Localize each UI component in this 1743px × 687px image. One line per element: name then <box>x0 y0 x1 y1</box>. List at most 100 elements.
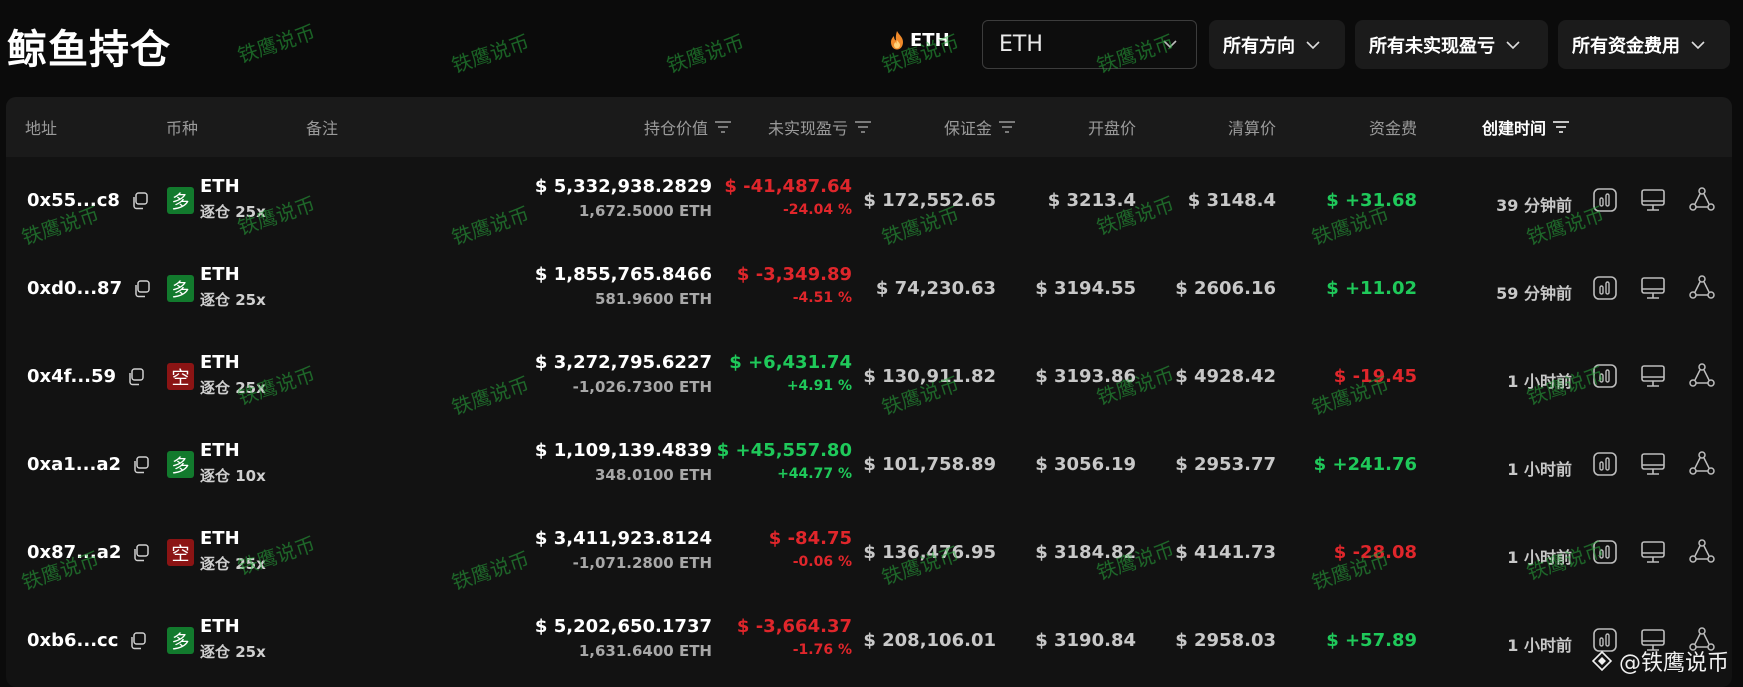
share-nodes-icon[interactable] <box>1687 449 1717 479</box>
funding-fee: $ -28.08 <box>1333 542 1417 563</box>
coin-symbol: ETH <box>200 176 240 197</box>
coin-chip[interactable]: ETH <box>890 30 950 51</box>
address-cell[interactable]: 0xa1...a2 <box>27 454 151 475</box>
position-size: 581.9600 ETH <box>594 290 712 308</box>
coin-symbol: ETH <box>200 616 240 637</box>
table-row[interactable]: 0x55...c8 多 ETH 逐仓 25x $ 5,332,938.2829 … <box>6 157 1732 245</box>
position-size: 1,672.5000 ETH <box>578 202 712 220</box>
table-row[interactable]: 0xd0...87 多 ETH 逐仓 25x $ 1,855,765.8466 … <box>6 245 1732 333</box>
table-header: 地址 币种 备注 持仓价值 未实现盈亏 保证金 开盘价 清算价 资金费 创建时间 <box>6 97 1732 157</box>
funding-filter[interactable]: 所有资金费用 <box>1558 20 1730 69</box>
side-badge: 多 <box>167 451 194 478</box>
col-margin-label: 保证金 <box>943 119 992 138</box>
monitor-icon[interactable] <box>1638 537 1668 567</box>
address-text[interactable]: 0x4f...59 <box>27 366 116 387</box>
coin-chip-label: ETH <box>910 30 950 51</box>
brand-watermark: @铁鹰说币 <box>1591 645 1729 677</box>
funding-fee: $ +11.02 <box>1326 278 1417 299</box>
col-note: 备注 <box>306 119 339 138</box>
page-title: 鲸鱼持仓 <box>7 27 171 73</box>
copy-icon[interactable] <box>132 279 152 299</box>
table-row[interactable]: 0x4f...59 空 ETH 逐仓 25x $ 3,272,795.6227 … <box>6 333 1732 421</box>
unrealized-pnl-percent: -0.06 % <box>792 554 852 570</box>
col-pnl-label: 未实现盈亏 <box>767 119 848 138</box>
diamond-logo-icon <box>1591 650 1613 672</box>
unrealized-pnl-percent: -4.51 % <box>792 290 852 306</box>
unrealized-pnl: $ +45,557.80 <box>716 440 852 461</box>
position-value: $ 5,332,938.2829 <box>534 176 712 197</box>
chevron-down-icon <box>1306 40 1320 49</box>
funding-fee: $ -19.45 <box>1333 366 1417 387</box>
position-size: 1,631.6400 ETH <box>578 642 712 660</box>
address-text[interactable]: 0xb6...cc <box>27 630 118 651</box>
side-badge: 多 <box>167 627 194 654</box>
monitor-icon[interactable] <box>1638 185 1668 215</box>
pnl-filter[interactable]: 所有未实现盈亏 <box>1355 20 1548 69</box>
table-row[interactable]: 0xb6...cc 多 ETH 逐仓 25x $ 5,202,650.1737 … <box>6 597 1732 685</box>
address-cell[interactable]: 0x55...c8 <box>27 190 150 211</box>
position-value: $ 1,109,139.4839 <box>534 440 712 461</box>
chart-bars-icon[interactable] <box>1590 185 1620 215</box>
coin-symbol: ETH <box>200 352 240 373</box>
coin-search-input[interactable] <box>999 32 1149 57</box>
copy-icon[interactable] <box>126 367 146 387</box>
chevron-down-icon <box>1506 40 1520 49</box>
monitor-icon[interactable] <box>1638 273 1668 303</box>
unrealized-pnl-percent: -1.76 % <box>792 642 852 658</box>
col-entry: 开盘价 <box>1087 119 1136 138</box>
col-value[interactable]: 持仓价值 <box>644 115 732 139</box>
col-liq: 清算价 <box>1227 119 1276 138</box>
monitor-icon[interactable] <box>1638 449 1668 479</box>
position-value: $ 3,272,795.6227 <box>534 352 712 373</box>
liquidation-price: $ 4141.73 <box>1175 542 1276 563</box>
col-created[interactable]: 创建时间 <box>1482 115 1570 139</box>
address-text[interactable]: 0x55...c8 <box>27 190 120 211</box>
margin-value: $ 172,552.65 <box>863 190 996 211</box>
coin-search-select[interactable] <box>982 20 1197 69</box>
share-nodes-icon[interactable] <box>1687 537 1717 567</box>
coin-symbol: ETH <box>200 528 240 549</box>
monitor-icon[interactable] <box>1638 361 1668 391</box>
margin-mode: 逐仓 25x <box>200 379 266 397</box>
copy-icon[interactable] <box>131 543 151 563</box>
chart-bars-icon[interactable] <box>1590 537 1620 567</box>
margin-value: $ 101,758.89 <box>863 454 996 475</box>
direction-filter-label: 所有方向 <box>1223 35 1295 57</box>
position-size: 348.0100 ETH <box>594 466 712 484</box>
chart-bars-icon[interactable] <box>1590 361 1620 391</box>
share-nodes-icon[interactable] <box>1687 361 1717 391</box>
unrealized-pnl-percent: -24.04 % <box>783 202 852 218</box>
col-pnl[interactable]: 未实现盈亏 <box>768 115 872 139</box>
flame-icon <box>891 31 903 50</box>
direction-filter[interactable]: 所有方向 <box>1209 20 1345 69</box>
position-value: $ 5,202,650.1737 <box>534 616 712 637</box>
col-margin[interactable]: 保证金 <box>944 115 1016 139</box>
copy-icon[interactable] <box>130 191 150 211</box>
copy-icon[interactable] <box>131 455 151 475</box>
share-nodes-icon[interactable] <box>1687 273 1717 303</box>
address-cell[interactable]: 0x4f...59 <box>27 366 146 387</box>
copy-icon[interactable] <box>128 631 148 651</box>
sort-icon <box>855 121 871 133</box>
address-text[interactable]: 0xd0...87 <box>27 278 122 299</box>
col-coin: 币种 <box>166 119 199 138</box>
address-cell[interactable]: 0x87...a2 <box>27 542 151 563</box>
address-text[interactable]: 0x87...a2 <box>27 542 121 563</box>
chart-bars-icon[interactable] <box>1590 273 1620 303</box>
unrealized-pnl-percent: +4.91 % <box>786 378 852 394</box>
margin-mode: 逐仓 25x <box>200 291 266 309</box>
chevron-down-icon <box>1691 40 1705 49</box>
coin-symbol: ETH <box>200 440 240 461</box>
side-badge: 多 <box>167 275 194 302</box>
address-text[interactable]: 0xa1...a2 <box>27 454 121 475</box>
positions-table: 地址 币种 备注 持仓价值 未实现盈亏 保证金 开盘价 清算价 资金费 创建时间… <box>6 97 1732 687</box>
entry-price: $ 3184.82 <box>1035 542 1136 563</box>
address-cell[interactable]: 0xb6...cc <box>27 630 148 651</box>
table-row[interactable]: 0x87...a2 空 ETH 逐仓 25x $ 3,411,923.8124 … <box>6 509 1732 597</box>
sort-icon <box>999 121 1015 133</box>
table-row[interactable]: 0xa1...a2 多 ETH 逐仓 10x $ 1,109,139.4839 … <box>6 421 1732 509</box>
address-cell[interactable]: 0xd0...87 <box>27 278 152 299</box>
side-badge: 空 <box>167 363 194 390</box>
share-nodes-icon[interactable] <box>1687 185 1717 215</box>
chart-bars-icon[interactable] <box>1590 449 1620 479</box>
